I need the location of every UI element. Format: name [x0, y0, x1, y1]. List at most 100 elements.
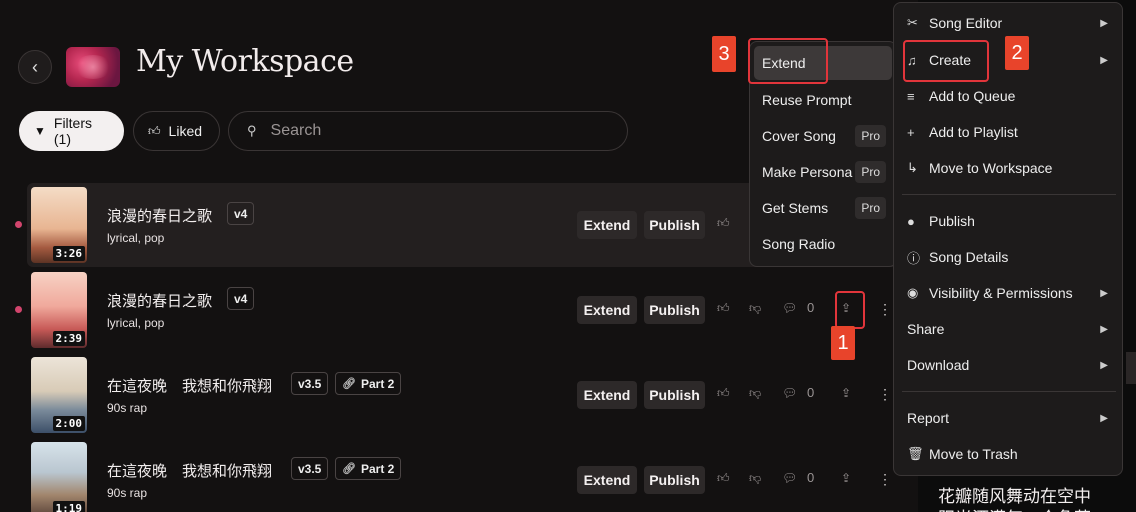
search-icon: ⚲: [247, 123, 257, 138]
menu-item-share[interactable]: Share ▶: [898, 312, 1118, 346]
comment-icon[interactable]: 💬︎: [782, 301, 797, 315]
comment-icon[interactable]: 💬︎: [782, 471, 797, 485]
submenu-item-get-stems[interactable]: Get Stems Pro: [754, 191, 892, 225]
submenu-item-cover-song[interactable]: Cover Song Pro: [754, 119, 892, 153]
song-row[interactable]: 1:19 在這夜晚 我想和你飛翔 v3.5 🔗︎ Part 2 90s rap …: [27, 438, 917, 512]
part-badge[interactable]: 🔗︎ Part 2: [335, 457, 402, 480]
publish-button[interactable]: Publish: [644, 466, 705, 494]
comment-count: 0: [807, 385, 815, 400]
song-cover[interactable]: 2:00: [31, 357, 87, 433]
publish-button[interactable]: Publish: [644, 381, 705, 409]
part-badge[interactable]: 🔗︎ Part 2: [335, 372, 402, 395]
extend-button[interactable]: Extend: [577, 296, 637, 324]
extend-button[interactable]: Extend: [577, 466, 637, 494]
thumbs-up-icon: 👍︎: [148, 123, 161, 138]
part-label: Part 2: [360, 376, 395, 391]
song-title[interactable]: 浪漫的春日之歌: [107, 205, 212, 226]
submenu-item-song-radio[interactable]: Song Radio: [754, 227, 892, 261]
song-cover[interactable]: 1:19: [31, 442, 87, 512]
search-input[interactable]: [270, 122, 571, 140]
link-icon: 🔗︎: [342, 378, 356, 390]
back-button[interactable]: ‹: [18, 50, 52, 84]
menu-item-report[interactable]: Report ▶: [898, 401, 1118, 435]
dislike-icon[interactable]: 👎︎: [749, 471, 761, 486]
song-tags[interactable]: 90s rap: [107, 486, 147, 500]
song-tags[interactable]: lyrical, pop: [107, 231, 164, 245]
duration: 2:00: [52, 416, 85, 431]
submenu-item-extend[interactable]: Extend: [754, 46, 892, 80]
filters-label: Filters (1): [53, 115, 93, 147]
song-title[interactable]: 在這夜晚 我想和你飛翔: [107, 460, 272, 481]
comment-icon[interactable]: 💬︎: [782, 386, 797, 400]
song-row[interactable]: 2:00 在這夜晚 我想和你飛翔 v3.5 🔗︎ Part 2 90s rap …: [27, 353, 917, 437]
info-icon: ⓘ: [907, 250, 921, 266]
song-row[interactable]: 2:39 浪漫的春日之歌 v4 lyrical, pop Extend Publ…: [15, 268, 917, 352]
trash-icon: 🗑︎: [907, 446, 924, 461]
pro-badge: Pro: [855, 125, 886, 147]
menu-item-add-to-queue[interactable]: ≡ Add to Queue: [898, 79, 1118, 113]
context-menu: ✂ Song Editor ▶ ♫ Create ▶ ≡ Add to Queu…: [893, 2, 1123, 476]
move-arrow-icon: ↳: [907, 160, 918, 175]
scrollbar[interactable]: [1126, 352, 1136, 384]
menu-item-song-details[interactable]: ⓘ Song Details: [898, 240, 1118, 274]
menu-item-label: Publish: [929, 213, 975, 229]
menu-item-download[interactable]: Download ▶: [898, 348, 1118, 382]
song-title[interactable]: 浪漫的春日之歌: [107, 290, 212, 311]
menu-item-label: Song Editor: [929, 15, 1003, 31]
search-box[interactable]: ⚲: [228, 111, 628, 151]
menu-item-publish[interactable]: ● Publish: [898, 204, 1118, 238]
part-label: Part 2: [360, 461, 395, 476]
menu-item-label: Download: [907, 357, 970, 373]
create-submenu: Extend Reuse Prompt Cover Song Pro Make …: [749, 41, 897, 267]
filters-button[interactable]: ▼ Filters (1): [19, 111, 124, 151]
menu-item-move-to-workspace[interactable]: ↳ Move to Workspace: [898, 151, 1118, 185]
menu-item-move-to-trash[interactable]: 🗑︎ Move to Trash: [898, 437, 1118, 471]
song-tags[interactable]: 90s rap: [107, 401, 147, 415]
menu-item-add-to-playlist[interactable]: + Add to Playlist: [898, 115, 1118, 149]
version-badge: v3.5: [291, 372, 329, 395]
song-cover[interactable]: 2:39: [31, 272, 87, 348]
like-icon[interactable]: 👍︎: [717, 216, 730, 231]
workspace-thumbnail: [66, 47, 120, 87]
dislike-icon[interactable]: 👎︎: [749, 386, 761, 401]
like-icon[interactable]: 👍︎: [717, 301, 730, 316]
song-tags[interactable]: lyrical, pop: [107, 316, 164, 330]
liked-button[interactable]: 👍︎ Liked: [133, 111, 220, 151]
share-icon[interactable]: ⇪: [841, 471, 851, 485]
filter-icon: ▼: [34, 124, 46, 138]
submenu-item-label: Get Stems: [762, 200, 829, 216]
share-icon[interactable]: ⇪: [841, 386, 851, 400]
submenu-item-make-persona[interactable]: Make Persona Pro: [754, 155, 892, 189]
music-note-icon: ♫: [907, 52, 917, 68]
dislike-icon[interactable]: 👎︎: [749, 301, 761, 316]
menu-item-label: Song Details: [929, 249, 1009, 265]
extend-button[interactable]: Extend: [577, 211, 637, 239]
submenu-item-reuse-prompt[interactable]: Reuse Prompt: [754, 83, 892, 117]
song-cover[interactable]: 3:26: [31, 187, 87, 263]
publish-button[interactable]: Publish: [644, 296, 705, 324]
chevron-right-icon: ▶: [1100, 287, 1108, 299]
globe-icon: ●: [907, 213, 915, 229]
menu-item-label: Add to Queue: [929, 88, 1016, 104]
like-icon[interactable]: 👍︎: [717, 386, 730, 401]
chevron-left-icon: ‹: [32, 56, 38, 77]
song-title[interactable]: 在這夜晚 我想和你飛翔: [107, 375, 272, 396]
menu-item-label: Visibility & Permissions: [929, 285, 1073, 301]
callout-2: 2: [1005, 36, 1029, 70]
menu-item-visibility-permissions[interactable]: ◉ Visibility & Permissions ▶: [898, 276, 1118, 310]
callout-1: 1: [831, 326, 855, 360]
share-icon[interactable]: ⇪: [841, 301, 851, 315]
comment-count: 0: [807, 470, 815, 485]
publish-button[interactable]: Publish: [644, 211, 705, 239]
menu-item-song-editor[interactable]: ✂ Song Editor ▶: [898, 6, 1118, 40]
pro-badge: Pro: [855, 197, 886, 219]
like-icon[interactable]: 👍︎: [717, 471, 730, 486]
duration: 1:19: [52, 501, 85, 512]
extend-button[interactable]: Extend: [577, 381, 637, 409]
chevron-right-icon: ▶: [1100, 323, 1108, 335]
menu-item-label: Share: [907, 321, 945, 337]
pro-badge: Pro: [855, 161, 886, 183]
chevron-right-icon: ▶: [1100, 412, 1108, 424]
new-indicator-dot: [15, 306, 22, 313]
comment-count: 0: [807, 300, 815, 315]
